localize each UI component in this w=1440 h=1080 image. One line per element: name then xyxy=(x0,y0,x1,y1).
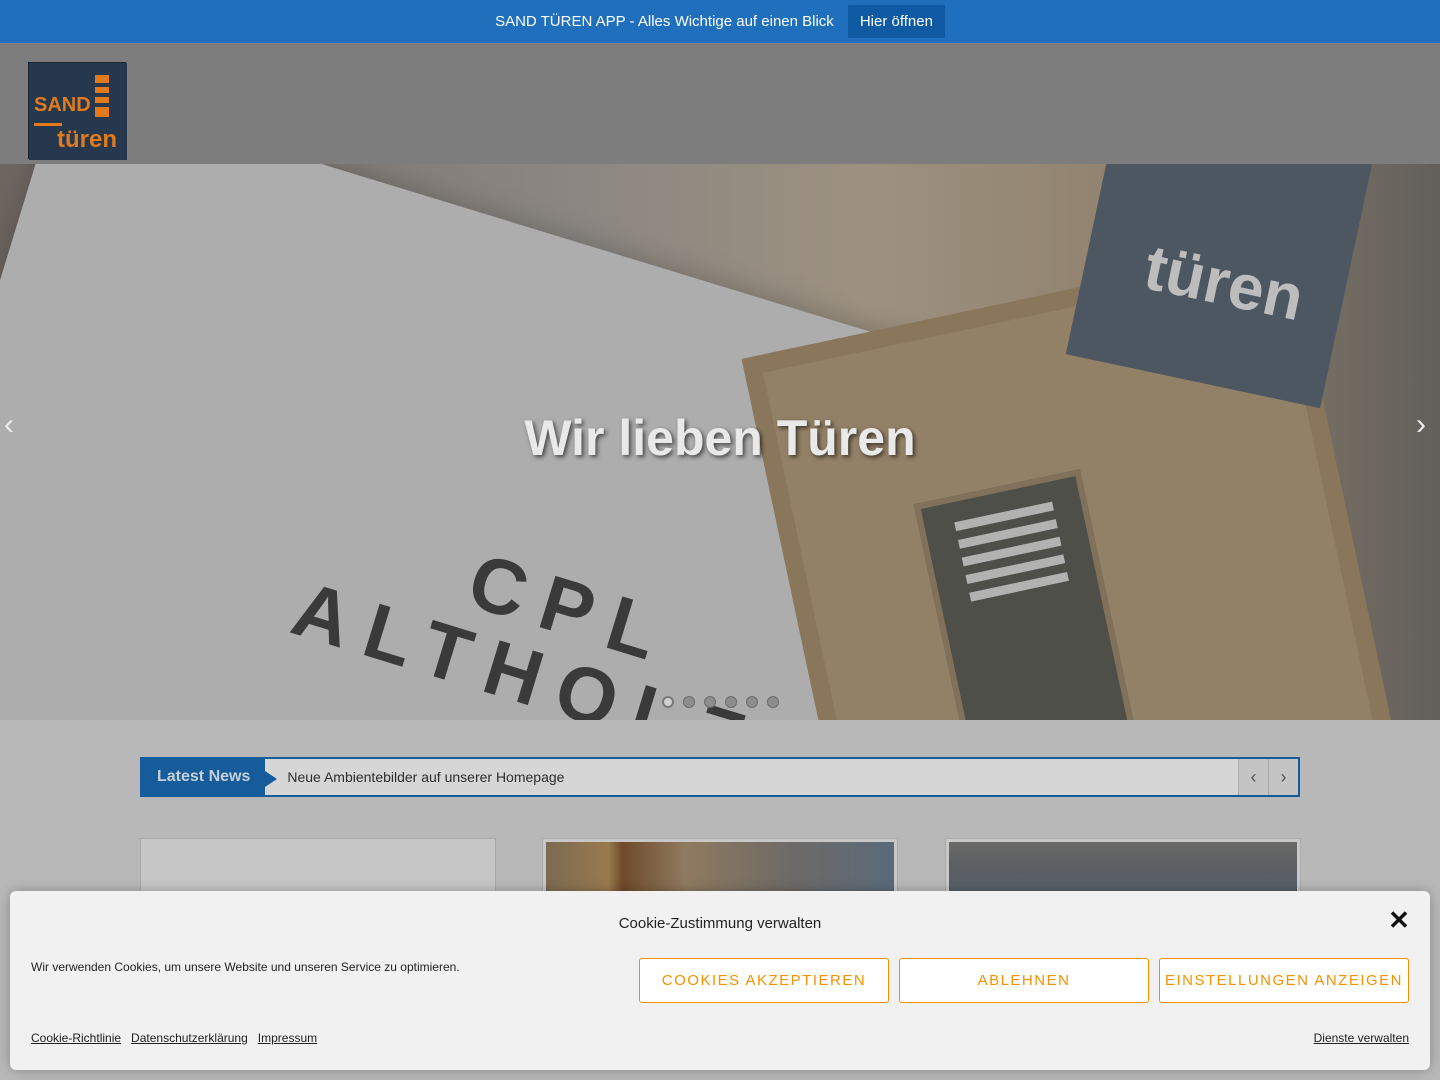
slider-prev-icon[interactable]: ‹ xyxy=(4,410,24,440)
slider-dot[interactable] xyxy=(704,696,716,708)
show-settings-button[interactable]: Einstellungen anzeigen xyxy=(1159,958,1409,1003)
slider-next-icon[interactable]: › xyxy=(1416,410,1436,440)
slider-pagination xyxy=(662,696,779,708)
ticker-prev-icon[interactable]: ‹ xyxy=(1238,759,1268,795)
content-card[interactable] xyxy=(542,838,898,900)
open-app-button[interactable]: Hier öffnen xyxy=(847,5,945,38)
cookie-consent-dialog: Cookie-Zustimmung verwalten ✕ Wir verwen… xyxy=(10,891,1430,1070)
accept-cookies-button[interactable]: Cookies akzeptieren xyxy=(639,958,889,1003)
site-header: SAND türen xyxy=(0,43,1440,164)
sand-tueren-logo[interactable]: SAND türen xyxy=(28,62,127,160)
slider-dot[interactable] xyxy=(683,696,695,708)
privacy-link[interactable]: Datenschutzerklärung xyxy=(131,1031,248,1045)
app-banner-text: SAND TÜREN APP - Alles Wichtige auf eine… xyxy=(495,13,834,30)
hero-title: Wir lieben Türen xyxy=(524,410,916,466)
slider-dot[interactable] xyxy=(725,696,737,708)
slider-dot[interactable] xyxy=(767,696,779,708)
cookie-message: Wir verwenden Cookies, um unsere Website… xyxy=(31,960,460,974)
slider-dot[interactable] xyxy=(746,696,758,708)
svg-text:türen: türen xyxy=(57,126,117,153)
close-icon[interactable]: ✕ xyxy=(1388,907,1410,933)
cookie-buttons: Cookies akzeptieren Ablehnen Einstellung… xyxy=(639,958,1409,1003)
cookie-policy-link[interactable]: Cookie-Richtlinie xyxy=(31,1031,121,1045)
cookie-title: Cookie-Zustimmung verwalten xyxy=(618,915,822,932)
decline-cookies-button[interactable]: Ablehnen xyxy=(899,958,1149,1003)
manage-services-link[interactable]: Dienste verwalten xyxy=(1314,1031,1409,1045)
svg-text:SAND: SAND xyxy=(34,94,91,116)
content-card[interactable] xyxy=(945,838,1301,900)
content-card[interactable] xyxy=(140,838,496,898)
imprint-link[interactable]: Impressum xyxy=(258,1031,317,1045)
slider-dot[interactable] xyxy=(662,696,674,708)
ticker-next-icon[interactable]: › xyxy=(1268,759,1298,795)
news-ticker: Latest News Neue Ambientebilder auf unse… xyxy=(140,757,1300,797)
logo-graphic: SAND türen xyxy=(29,63,127,160)
hero-slider: CPL ALTHOLZ türen Wir lieben Türen ‹ › xyxy=(0,164,1440,720)
news-ticker-label: Latest News xyxy=(142,759,278,795)
cookie-links: Cookie-Richtlinie Datenschutzerklärung I… xyxy=(31,1031,317,1045)
app-banner: SAND TÜREN APP - Alles Wichtige auf eine… xyxy=(0,0,1440,43)
news-ticker-headline[interactable]: Neue Ambientebilder auf unserer Homepage xyxy=(287,769,1238,785)
